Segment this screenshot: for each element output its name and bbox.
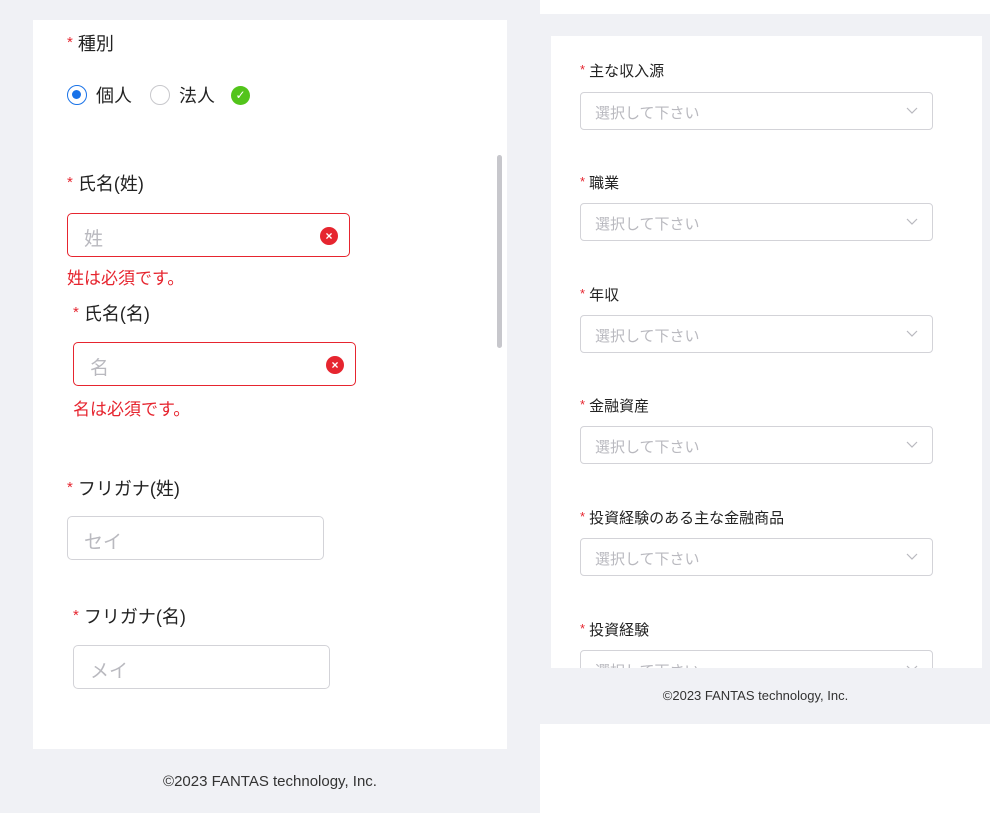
chevron-down-icon xyxy=(906,218,918,225)
footer-copyright: ©2023 FANTAS technology, Inc. xyxy=(163,773,377,790)
chevron-down-icon xyxy=(906,665,918,668)
last-name-label: * 氏名(姓) xyxy=(67,174,144,194)
right-form-pane: * 主な収入源 選択して下さい * 職業 選択して下さい * 年収 選択して下さい *… xyxy=(521,14,990,724)
radio-corporate-label[interactable]: 法人 xyxy=(179,82,215,108)
last-name-error: 姓は必須です。 xyxy=(67,269,185,288)
kana-last-input[interactable]: セイ xyxy=(67,516,324,560)
chevron-down-icon xyxy=(906,553,918,560)
income-source-label: * 主な収入源 xyxy=(580,62,665,80)
investment-products-select[interactable]: 選択して下さい xyxy=(580,538,933,576)
chevron-down-icon xyxy=(906,330,918,337)
occupation-select[interactable]: 選択して下さい xyxy=(580,203,933,241)
investment-products-label: * 投資経験のある主な金融商品 xyxy=(580,509,785,527)
left-form-pane: * 種別 個人 法人 ✓ * 氏名(姓) 姓 × 姓は必須です。 * 氏名(名) 名 … xyxy=(0,0,540,813)
occupation-label: * 職業 xyxy=(580,174,620,192)
radio-individual-label[interactable]: 個人 xyxy=(96,82,132,108)
chevron-down-icon xyxy=(906,107,918,114)
annual-income-select[interactable]: 選択して下さい xyxy=(580,315,933,353)
first-name-input[interactable]: 名 × xyxy=(73,342,356,386)
entity-type-radio-group: 個人 法人 ✓ xyxy=(67,82,250,108)
scrollbar-thumb[interactable] xyxy=(497,155,502,348)
required-mark: * xyxy=(67,34,73,51)
radio-corporate[interactable] xyxy=(150,85,170,105)
first-name-error: 名は必須です。 xyxy=(73,400,191,419)
kana-first-label: * フリガナ(名) xyxy=(73,607,186,627)
investment-experience-label: * 投資経験 xyxy=(580,621,650,639)
investment-experience-select[interactable]: 選択して下さい xyxy=(580,650,933,668)
footer-copyright: ©2023 FANTAS technology, Inc. xyxy=(662,688,849,703)
radio-individual[interactable] xyxy=(67,85,87,105)
annual-income-label: * 年収 xyxy=(580,286,620,304)
income-source-select[interactable]: 選択して下さい xyxy=(580,92,933,130)
chevron-down-icon xyxy=(906,441,918,448)
error-circle-icon: × xyxy=(326,356,344,374)
type-label: * 種別 xyxy=(67,34,114,54)
kana-last-label: * フリガナ(姓) xyxy=(67,479,180,499)
financial-assets-select[interactable]: 選択して下さい xyxy=(580,426,933,464)
last-name-input[interactable]: 姓 × xyxy=(67,213,350,257)
error-circle-icon: × xyxy=(320,227,338,245)
financial-assets-label: * 金融資産 xyxy=(580,397,650,415)
kana-first-input[interactable]: メイ xyxy=(73,645,330,689)
right-form-card: * 主な収入源 選択して下さい * 職業 選択して下さい * 年収 選択して下さい *… xyxy=(551,36,982,668)
first-name-label: * 氏名(名) xyxy=(73,304,150,324)
check-circle-icon: ✓ xyxy=(231,85,250,105)
